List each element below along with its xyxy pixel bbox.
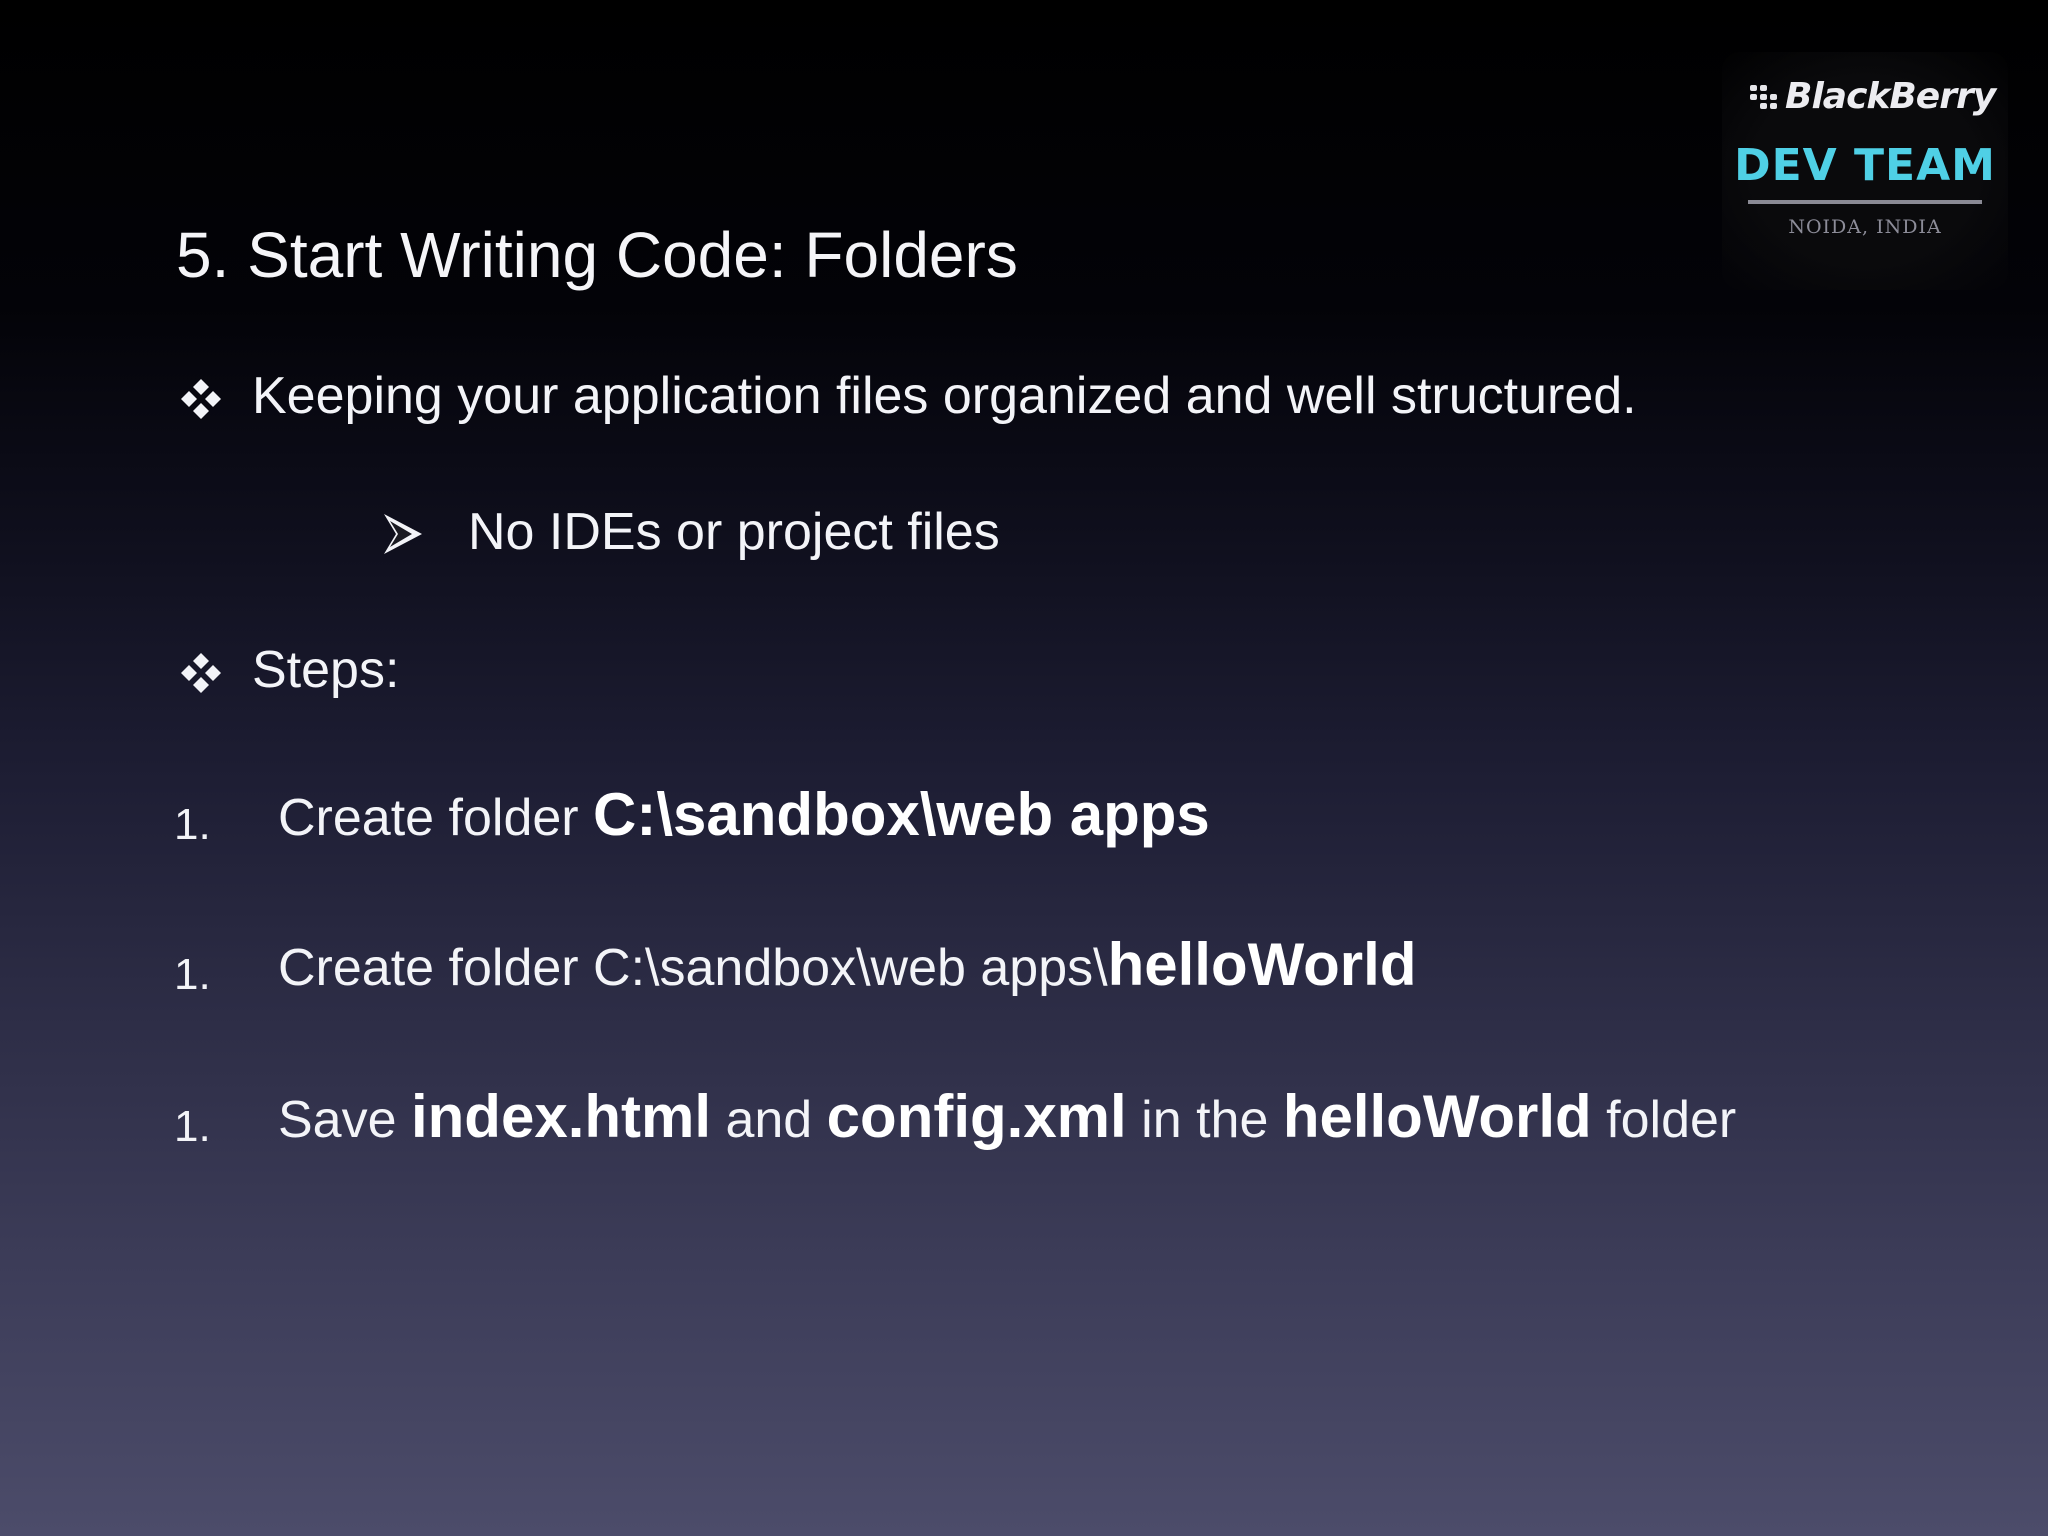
four-diamond-bullet-icon (181, 653, 221, 693)
logo-divider (1748, 200, 1982, 204)
subbullet-no-ides: No IDEs or project files (468, 503, 1000, 561)
step-text-part: Create folder (278, 789, 594, 847)
step-text-part-bold: index.html (410, 1083, 712, 1150)
step-text-part: in the (1126, 1091, 1283, 1149)
step-text-part-bold: config.xml (826, 1083, 1127, 1150)
slide: BlackBerry DEV TEAM NOIDA, INDIA 5. Star… (0, 0, 2048, 1536)
bullet-organized-files: Keeping your application files organized… (252, 367, 1637, 425)
step-text-part: Save (278, 1091, 411, 1149)
logo-location-text: NOIDA, INDIA (1788, 216, 1942, 238)
step-text-part-bold: helloWorld (1282, 1083, 1592, 1150)
logo-brand-text: BlackBerry (1785, 76, 1996, 117)
logo-brand: BlackBerry (1750, 76, 1996, 117)
step-text-part: Create folder C:\sandbox\web apps\ (278, 939, 1108, 997)
bullet-steps: Steps: (252, 641, 400, 699)
blackberry-dev-team-logo: BlackBerry DEV TEAM NOIDA, INDIA (1722, 52, 2008, 290)
blackberry-dots-icon (1750, 84, 1777, 109)
step-3-text: Save index.html and config.xml in the he… (278, 1082, 1736, 1151)
arrowhead-bullet-icon (384, 514, 422, 554)
step-number: 1. (174, 800, 211, 849)
step-text-part-bold: helloWorld (1107, 931, 1417, 998)
slide-title: 5. Start Writing Code: Folders (176, 219, 1018, 291)
step-text-part: and (711, 1091, 827, 1149)
four-diamond-bullet-icon (181, 379, 221, 419)
logo-team-text: DEV TEAM (1734, 140, 1996, 191)
step-1-text: Create folder C:\sandbox\web apps (278, 780, 1210, 849)
step-number: 1. (174, 1102, 211, 1151)
step-text-part: folder (1591, 1091, 1737, 1149)
step-text-part-bold: C:\sandbox\web apps (593, 781, 1210, 848)
step-number: 1. (174, 950, 211, 999)
step-2-text: Create folder C:\sandbox\web apps\ hello… (278, 930, 1416, 999)
